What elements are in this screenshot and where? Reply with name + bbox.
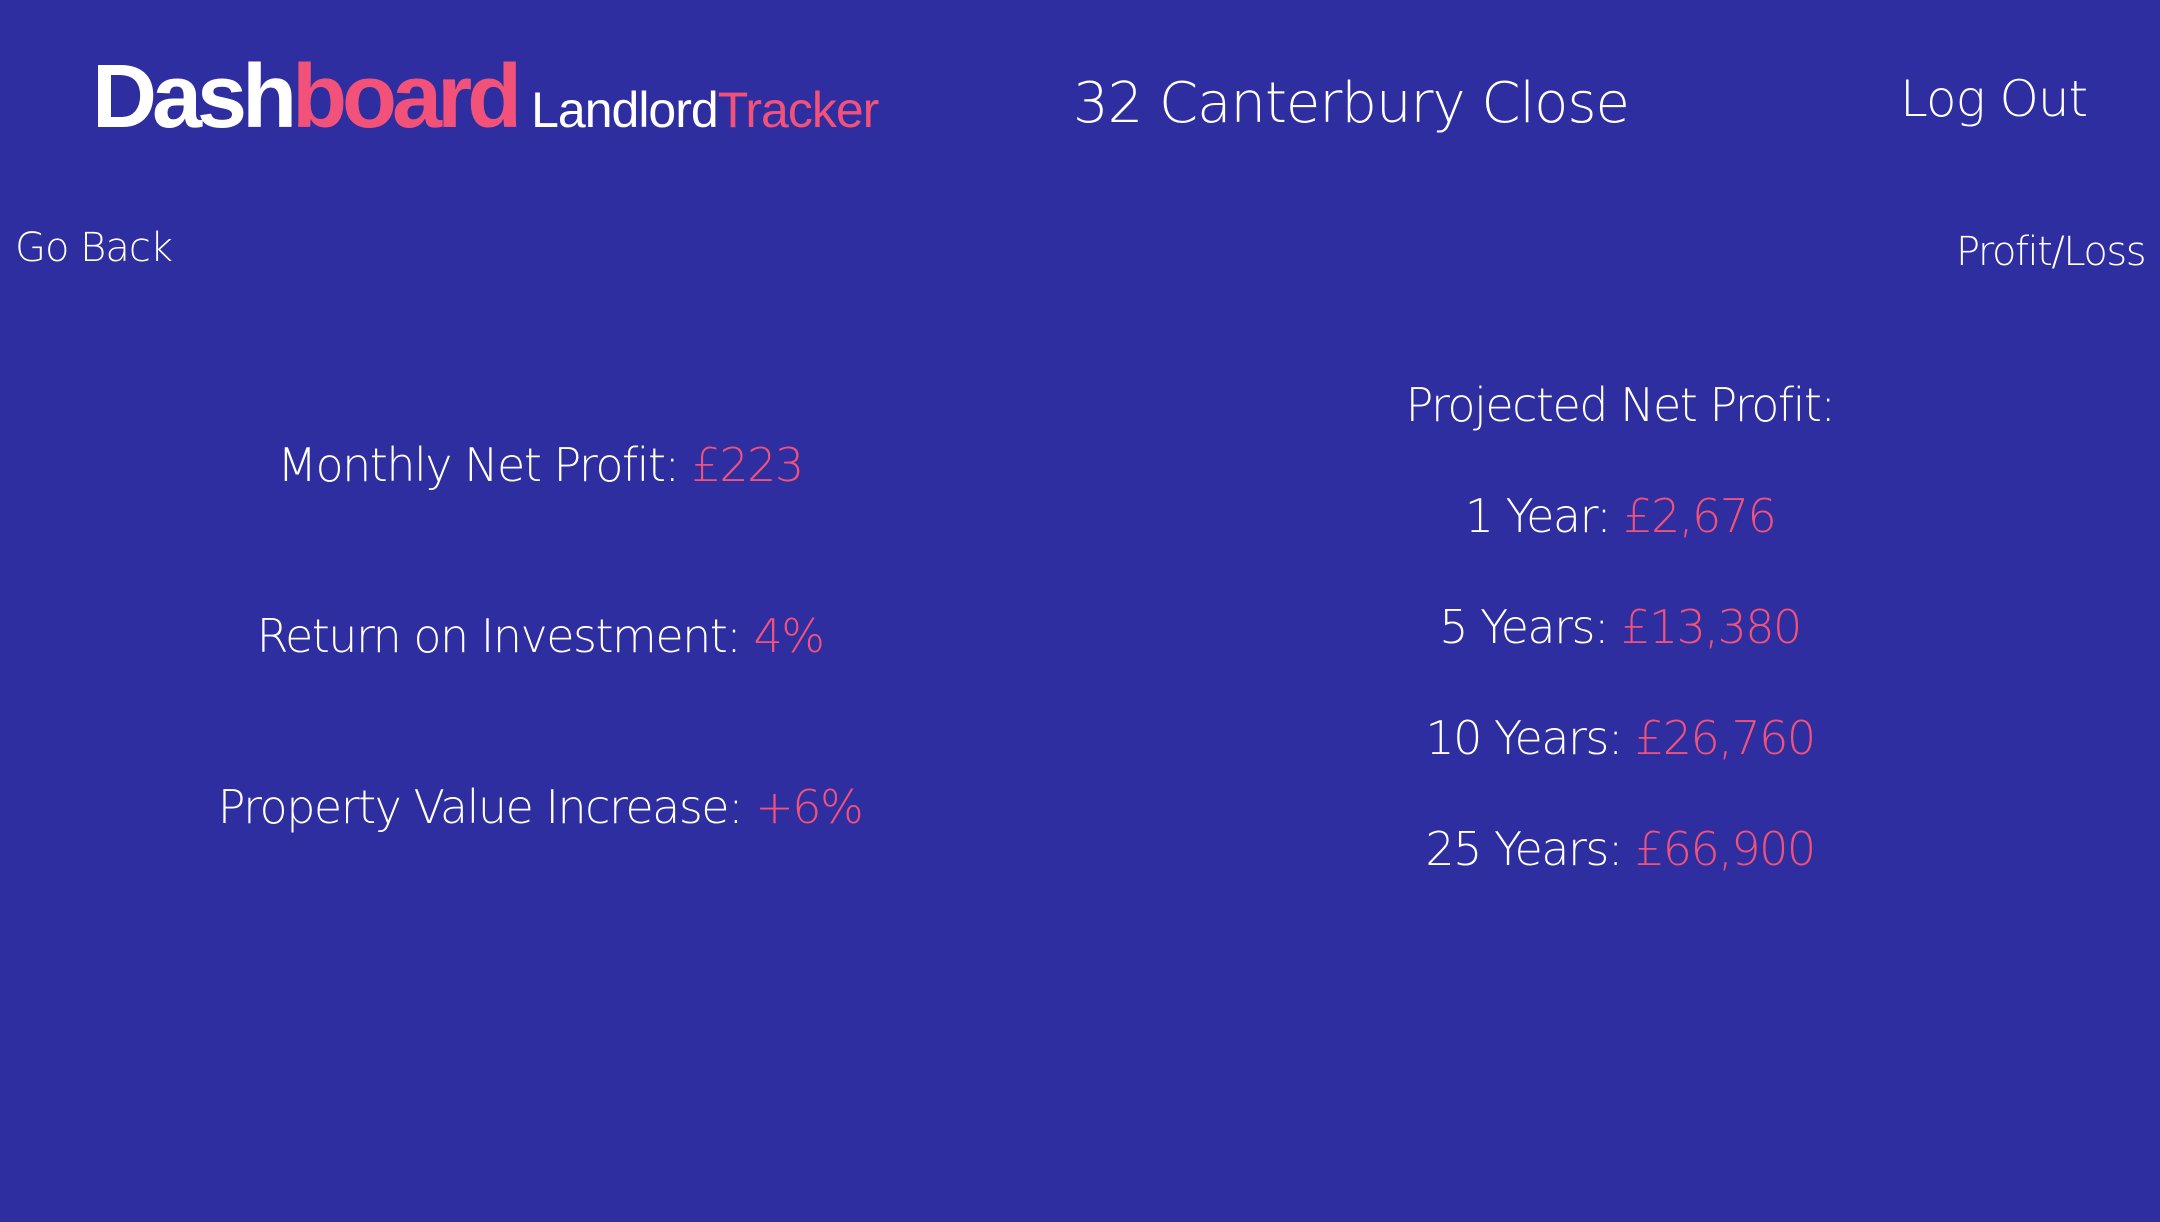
logo-board-text: board (292, 47, 522, 147)
property-title: 32 Canterbury Close (1073, 71, 1630, 136)
logout-button[interactable]: Log Out (1900, 70, 2088, 128)
roi-value: 4% (753, 609, 824, 663)
profit-loss-link[interactable]: Profit/Loss (1956, 229, 2147, 275)
projection-item-label: 25 Years: (1425, 822, 1623, 876)
logo-dash-text: Dash (92, 47, 297, 147)
projection-item-value: £2,676 (1623, 489, 1776, 543)
projection-item-label: 5 Years: (1439, 600, 1609, 654)
roi-label: Return on Investment: (256, 609, 742, 663)
projection-item-label: 1 Year: (1464, 489, 1612, 543)
return-on-investment: Return on Investment: 4% (256, 609, 825, 663)
dashboard-page: Dashboard LandlordTracker 32 Canterbury C… (0, 0, 2160, 1222)
projection-item-value: £13,380 (1621, 600, 1802, 654)
monthly-net-profit-value: £223 (691, 438, 805, 492)
projection-item: 5 Years: £13,380 (1439, 600, 1802, 654)
projection-item: 10 Years: £26,760 (1425, 711, 1816, 765)
projection-item-value: £66,900 (1634, 822, 1816, 876)
app-logo: Dashboard LandlordTracker (92, 52, 880, 142)
property-value-increase-label: Property Value Increase: (217, 780, 744, 834)
go-back-button[interactable]: Go Back (15, 225, 173, 271)
projection-item: 25 Years: £66,900 (1425, 822, 1816, 876)
projected-net-profit-heading: Projected Net Profit: (1405, 378, 1836, 432)
projection-item-value: £26,760 (1634, 711, 1816, 765)
property-value-increase: Property Value Increase: +6% (217, 780, 864, 834)
app-name-tracker: Tracker (717, 82, 880, 138)
monthly-net-profit-label: Monthly Net Profit: (277, 438, 680, 492)
projection-item-label: 10 Years: (1425, 711, 1623, 765)
property-value-increase-value: +6% (755, 780, 864, 834)
projection-item: 1 Year: £2,676 (1464, 489, 1777, 543)
app-name: LandlordTracker (531, 82, 880, 138)
monthly-net-profit: Monthly Net Profit: £223 (277, 438, 805, 492)
app-name-landlord: Landlord (531, 82, 719, 138)
